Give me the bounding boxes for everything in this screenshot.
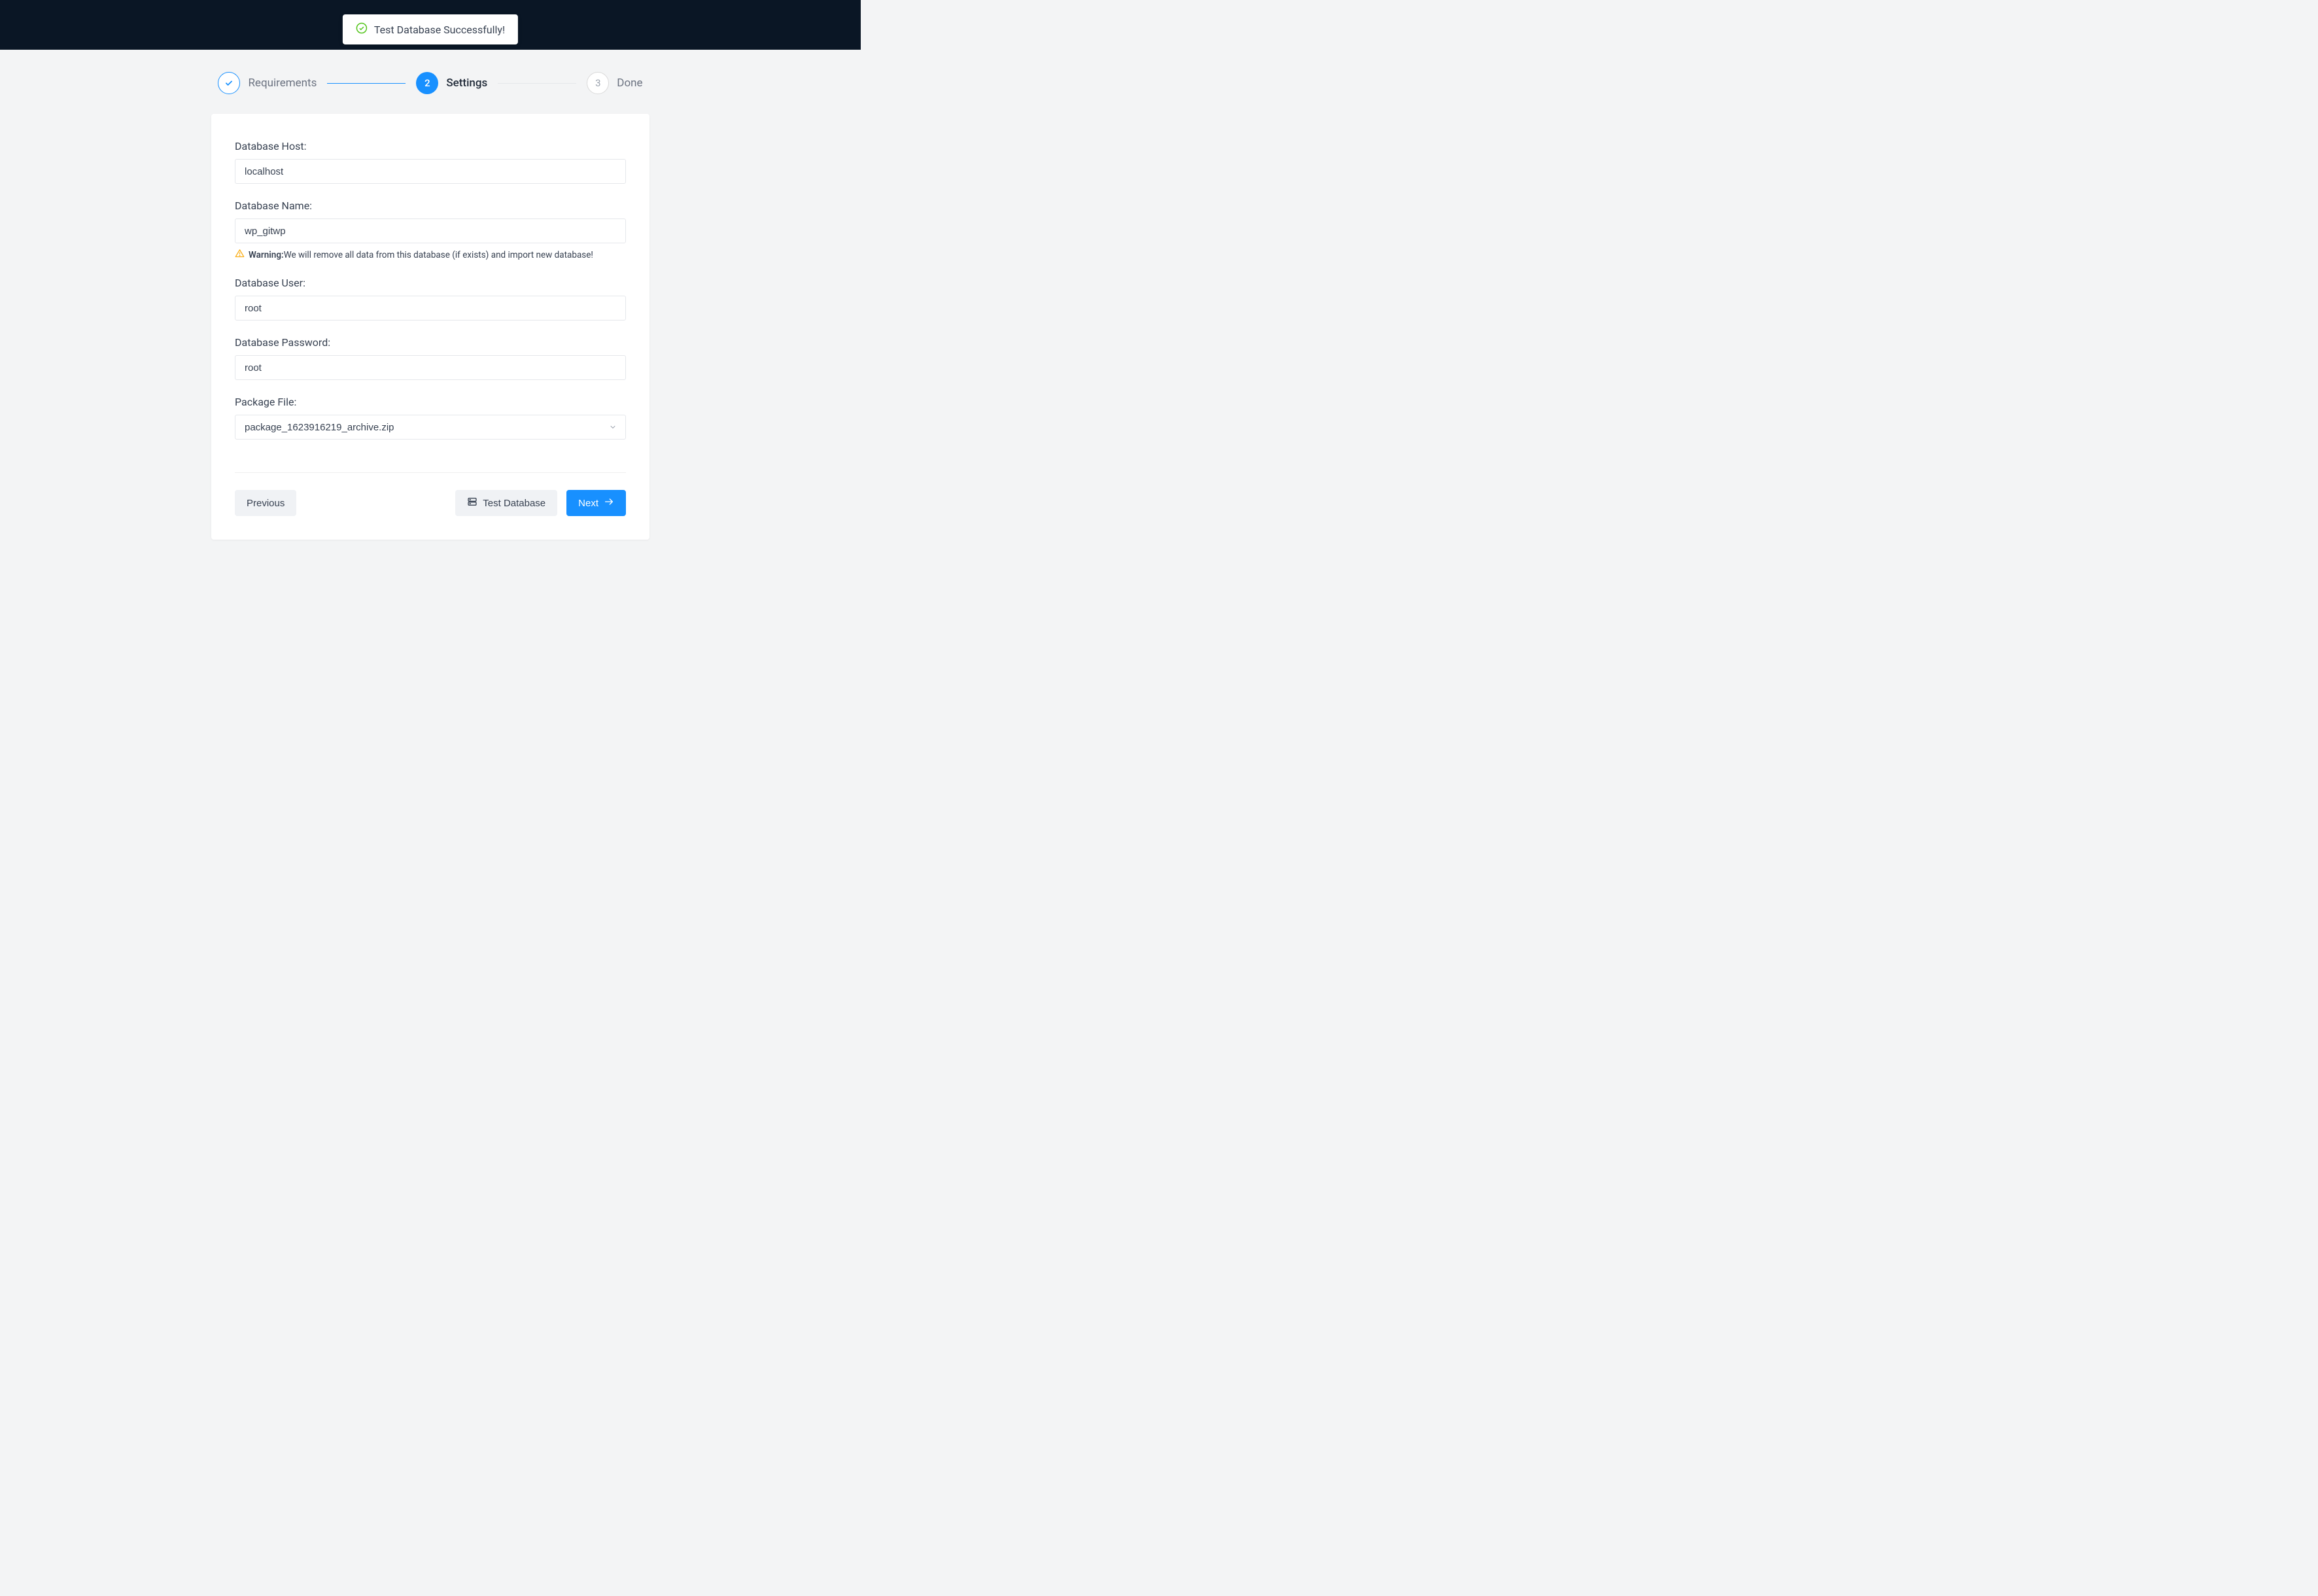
input-db-user[interactable] — [235, 296, 626, 321]
database-icon — [467, 496, 477, 510]
step-label: Requirements — [248, 77, 317, 90]
warning-text: Warning:We will remove all data from thi… — [249, 250, 593, 260]
next-button[interactable]: Next — [566, 490, 626, 516]
select-package[interactable]: package_1623916219_archive.zip — [235, 415, 626, 440]
success-toast: Test Database Successfully! — [343, 14, 518, 44]
button-label: Previous — [247, 498, 285, 509]
check-circle-icon — [356, 22, 368, 37]
step-number: 3 — [587, 72, 609, 94]
step-requirements: Requirements — [218, 72, 317, 94]
input-db-name[interactable] — [235, 218, 626, 243]
check-icon — [218, 72, 240, 94]
step-label: Settings — [446, 77, 487, 90]
warning-body: We will remove all data from this databa… — [284, 250, 593, 260]
stepper: Requirements 2 Settings 3 Done — [0, 50, 861, 114]
step-connector — [327, 83, 406, 84]
button-label: Test Database — [483, 498, 545, 509]
field-package: Package File: package_1623916219_archive… — [235, 396, 626, 440]
actions-right: Test Database Next — [455, 490, 626, 516]
step-number: 2 — [416, 72, 438, 94]
arrow-right-icon — [604, 496, 614, 510]
label-db-host: Database Host: — [235, 140, 626, 152]
divider — [235, 472, 626, 473]
label-db-pass: Database Password: — [235, 336, 626, 349]
label-db-name: Database Name: — [235, 200, 626, 212]
step-connector — [498, 83, 576, 84]
settings-card: Database Host: Database Name: Warning:We… — [211, 114, 649, 540]
warning-icon — [235, 249, 245, 261]
toast-message: Test Database Successfully! — [374, 24, 505, 36]
actions-row: Previous Test Database Next — [235, 490, 626, 516]
input-db-pass[interactable] — [235, 355, 626, 380]
button-label: Next — [578, 498, 598, 509]
test-database-button[interactable]: Test Database — [455, 490, 557, 516]
step-settings: 2 Settings — [416, 72, 487, 94]
field-db-host: Database Host: — [235, 140, 626, 184]
previous-button[interactable]: Previous — [235, 490, 296, 516]
topbar: Test Database Successfully! — [0, 0, 861, 50]
warning-prefix: Warning: — [249, 250, 284, 260]
step-label: Done — [617, 77, 642, 90]
field-db-user: Database User: — [235, 277, 626, 321]
step-done: 3 Done — [587, 72, 642, 94]
field-db-name: Database Name: Warning:We will remove al… — [235, 200, 626, 261]
input-db-host[interactable] — [235, 159, 626, 184]
label-db-user: Database User: — [235, 277, 626, 289]
field-db-pass: Database Password: — [235, 336, 626, 380]
db-name-warning: Warning:We will remove all data from thi… — [235, 249, 626, 261]
label-package: Package File: — [235, 396, 626, 408]
